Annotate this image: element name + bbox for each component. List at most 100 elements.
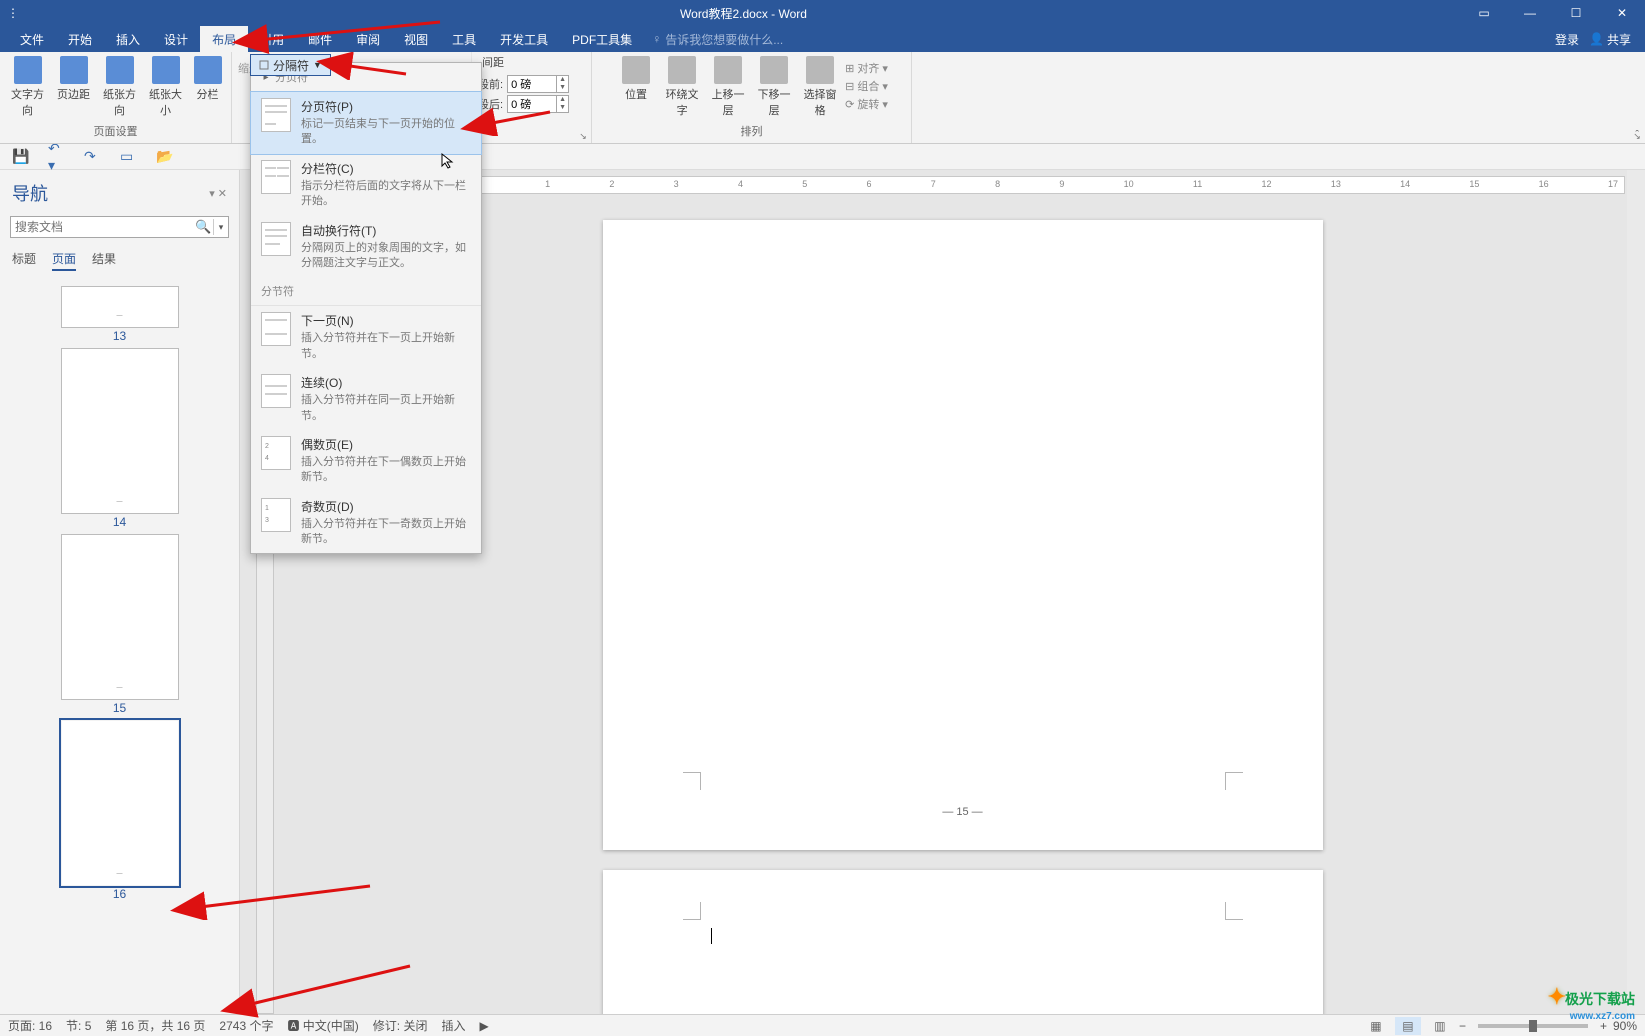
group-button[interactable]: ⊟ 组合 ▾ — [845, 78, 888, 94]
chevron-down-icon: ▼ — [313, 60, 322, 70]
status-page[interactable]: 页面: 16 — [8, 1017, 52, 1034]
status-macro-icon[interactable]: ▶ — [479, 1019, 488, 1033]
wrap-text-button[interactable]: 环绕文字 — [661, 56, 703, 118]
menu-next-page-section[interactable]: 下一页(N)插入分节符并在下一页上开始新节。 — [251, 306, 481, 368]
spin-down-icon[interactable]: ▼ — [557, 84, 568, 92]
tab-devtools[interactable]: 开发工具 — [488, 26, 560, 52]
undo-icon[interactable]: ↶ ▾ — [48, 148, 66, 166]
search-dropdown-icon[interactable]: ▾ — [214, 222, 228, 233]
breaks-icon — [259, 60, 269, 70]
tab-home[interactable]: 开始 — [56, 26, 104, 52]
odd-page-icon: 13 — [261, 498, 291, 532]
selection-pane-button[interactable]: 选择窗格 — [799, 56, 841, 118]
text-direction-button[interactable]: 文字方向 — [7, 56, 49, 118]
thumb-page-14[interactable]: — — [62, 349, 178, 513]
close-icon[interactable]: ✕ — [1599, 0, 1645, 26]
spin-down-icon[interactable]: ▼ — [557, 104, 568, 112]
quick-access-toolbar: 💾 ↶ ▾ ↷ ▭ 📂 — [0, 144, 1645, 170]
tab-design[interactable]: 设计 — [152, 26, 200, 52]
paragraph-launcher[interactable]: ↘ — [577, 129, 589, 141]
ribbon-display-icon[interactable]: ▭ — [1461, 0, 1507, 26]
login-link[interactable]: 登录 — [1555, 31, 1579, 48]
tab-tools[interactable]: 工具 — [440, 26, 488, 52]
tab-insert[interactable]: 插入 — [104, 26, 152, 52]
tell-me-input[interactable]: ♀ 告诉我您想要做什么... — [652, 31, 783, 48]
nav-tab-pages[interactable]: 页面 — [52, 250, 76, 271]
tab-layout[interactable]: 布局 — [200, 26, 248, 52]
selection-pane-icon — [806, 56, 834, 84]
tab-mailings[interactable]: 邮件 — [296, 26, 344, 52]
tab-view[interactable]: 视图 — [392, 26, 440, 52]
horizontal-ruler[interactable]: 3211234567891011121314151617 — [286, 176, 1625, 194]
open-doc-icon[interactable]: 📂 — [156, 148, 174, 166]
tab-file[interactable]: 文件 — [8, 26, 56, 52]
bring-forward-button[interactable]: 上移一层 — [707, 56, 749, 118]
column-break-icon — [261, 160, 291, 194]
spin-up-icon[interactable]: ▲ — [557, 96, 568, 104]
menu-page-break[interactable]: 分页符(P)标记一页结束与下一页开始的位置。 — [250, 91, 482, 155]
size-button[interactable]: 纸张大小 — [145, 56, 187, 118]
position-button[interactable]: 位置 — [615, 56, 657, 102]
vertical-scrollbar[interactable] — [1627, 170, 1645, 1014]
nav-close-icon[interactable]: ▾ ✕ — [209, 187, 227, 200]
collapse-ribbon-icon[interactable]: ˆ — [1635, 129, 1639, 141]
spacing-group-label: 间距 — [482, 54, 504, 70]
minimize-icon[interactable]: — — [1507, 0, 1553, 26]
nav-tab-headings[interactable]: 标题 — [12, 250, 36, 271]
page-16[interactable] — [603, 870, 1323, 1014]
nav-search-box[interactable]: 🔍 ▾ — [10, 216, 229, 238]
rotate-button[interactable]: ⟳ 旋转 ▾ — [845, 96, 888, 112]
zoom-slider[interactable] — [1478, 1024, 1588, 1028]
zoom-out-button[interactable]: − — [1459, 1019, 1466, 1033]
columns-button[interactable]: 分栏 — [191, 56, 225, 102]
margins-button[interactable]: 页边距 — [53, 56, 95, 102]
orientation-button[interactable]: 纸张方向 — [99, 56, 141, 118]
thumb-page-15[interactable]: — — [62, 535, 178, 699]
window-title: Word教程2.docx - Word — [26, 5, 1461, 22]
position-icon — [622, 56, 650, 84]
share-button[interactable]: 👤共享 — [1589, 31, 1631, 48]
title-bar: ⋮ Word教程2.docx - Word ▭ — ☐ ✕ — [0, 0, 1645, 26]
status-word-count[interactable]: 2743 个字 — [219, 1017, 273, 1034]
nav-search-input[interactable] — [11, 220, 194, 234]
redo-icon[interactable]: ↷ — [84, 148, 102, 166]
view-web-icon[interactable]: ▥ — [1427, 1017, 1453, 1035]
search-icon[interactable]: 🔍 — [194, 219, 214, 235]
menu-text-wrap-break[interactable]: 自动换行符(T)分隔网页上的对象周围的文字，如分隔题注文字与正文。 — [251, 216, 481, 278]
zoom-level[interactable]: 90% — [1613, 1019, 1637, 1033]
menu-even-page-section[interactable]: 24 偶数页(E)插入分节符并在下一偶数页上开始新节。 — [251, 430, 481, 492]
qat-overflow-icon[interactable]: ⋮ — [0, 6, 26, 20]
group-page-setup-label: 页面设置 — [94, 123, 138, 139]
tab-references[interactable]: 引用 — [248, 26, 296, 52]
menu-column-break[interactable]: 分栏符(C)指示分栏符后面的文字将从下一栏开始。 — [251, 154, 481, 216]
menu-odd-page-section[interactable]: 13 奇数页(D)插入分节符并在下一奇数页上开始新节。 — [251, 492, 481, 554]
status-section[interactable]: 节: 5 — [66, 1017, 91, 1034]
spacing-after-input[interactable]: ▲▼ — [507, 95, 569, 113]
thumb-page-13[interactable]: — — [62, 287, 178, 327]
view-read-icon[interactable]: ▦ — [1363, 1017, 1389, 1035]
spin-up-icon[interactable]: ▲ — [557, 76, 568, 84]
menu-continuous-section[interactable]: 连续(O)插入分节符并在同一页上开始新节。 — [251, 368, 481, 430]
tab-review[interactable]: 审阅 — [344, 26, 392, 52]
view-print-icon[interactable]: ▤ — [1395, 1017, 1421, 1035]
save-icon[interactable]: 💾 — [12, 148, 30, 166]
breaks-dropdown-button[interactable]: 分隔符 ▼ — [250, 54, 331, 76]
tab-pdftools[interactable]: PDF工具集 — [560, 26, 644, 52]
status-insert[interactable]: 插入 — [441, 1017, 465, 1034]
share-icon: 👤 — [1589, 32, 1604, 46]
send-backward-button[interactable]: 下移一层 — [753, 56, 795, 118]
spacing-after-row: 段后: ▲▼ — [478, 94, 569, 114]
align-button[interactable]: ⊞ 对齐 ▾ — [845, 60, 888, 76]
status-track[interactable]: 修订: 关闭 — [373, 1017, 428, 1034]
spacing-before-input[interactable]: ▲▼ — [507, 75, 569, 93]
page-15[interactable]: — 15 — — [603, 220, 1323, 850]
tell-me-placeholder: 告诉我您想要做什么... — [665, 31, 783, 48]
new-doc-icon[interactable]: ▭ — [120, 148, 138, 166]
zoom-in-button[interactable]: + — [1600, 1019, 1607, 1033]
status-lang[interactable]: 🅰 中文(中国) — [287, 1017, 358, 1034]
maximize-icon[interactable]: ☐ — [1553, 0, 1599, 26]
status-page-of[interactable]: 第 16 页，共 16 页 — [105, 1017, 205, 1034]
thumb-page-16[interactable]: — — [62, 721, 178, 885]
nav-tab-results[interactable]: 结果 — [92, 250, 116, 271]
spacing-before-row: 段前: ▲▼ — [478, 74, 569, 94]
